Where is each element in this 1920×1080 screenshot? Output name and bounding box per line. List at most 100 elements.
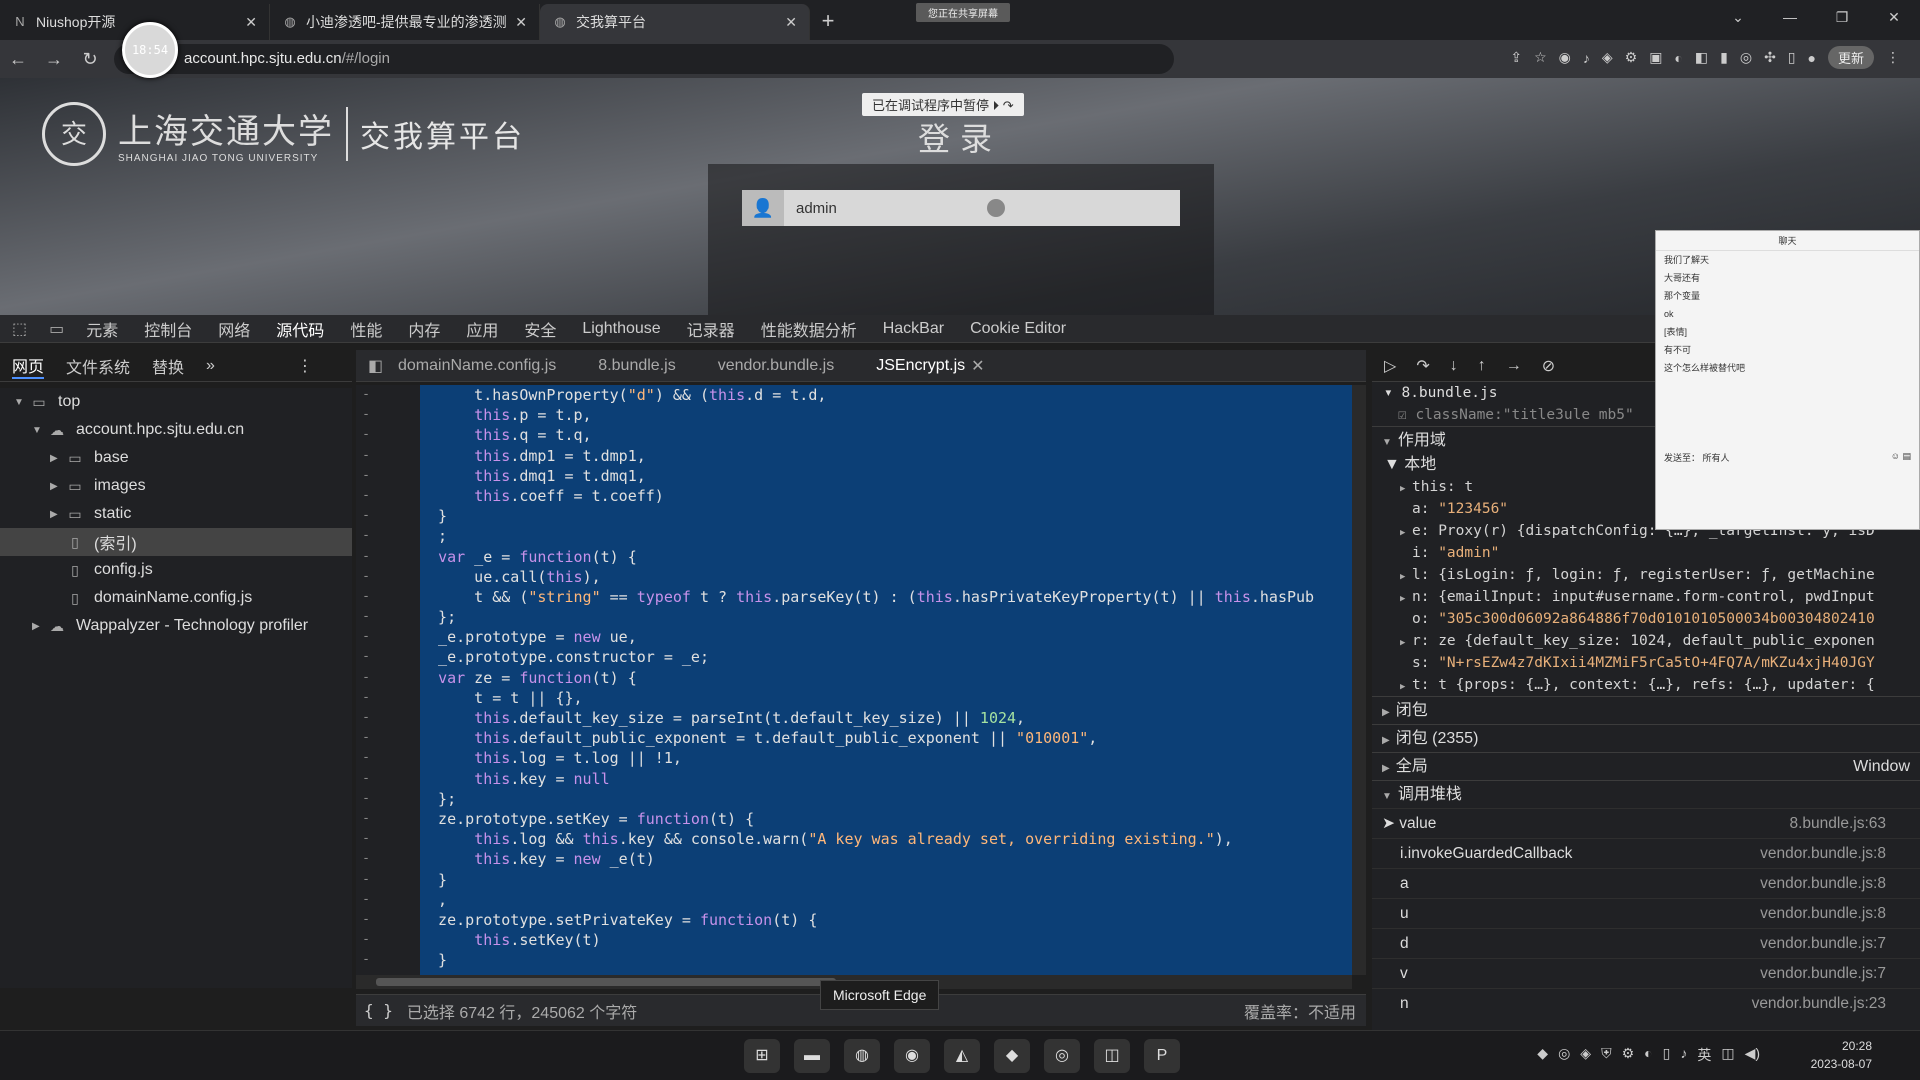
- gutter-marker[interactable]: -: [356, 950, 420, 970]
- gutter-marker[interactable]: -: [356, 425, 420, 445]
- tab-performance[interactable]: 性能: [350, 317, 382, 341]
- gutter-marker[interactable]: -: [356, 849, 420, 869]
- chevron-right-icon[interactable]: ▶: [50, 509, 64, 520]
- resume-icon[interactable]: ▷: [1384, 356, 1396, 376]
- reload-button[interactable]: ↻: [72, 49, 108, 70]
- close-window-button[interactable]: ✕: [1868, 0, 1920, 36]
- username-field[interactable]: 👤 admin: [742, 190, 1180, 226]
- callstack-frame[interactable]: v vendor.bundle.js:7: [1372, 958, 1920, 988]
- tab-console[interactable]: 控制台: [144, 317, 192, 341]
- chevron-down-icon[interactable]: ▼: [32, 425, 46, 436]
- gutter-marker[interactable]: -: [356, 668, 420, 688]
- tray-icon[interactable]: ◆: [1537, 1045, 1548, 1065]
- mic-icon[interactable]: ♪: [1680, 1045, 1687, 1065]
- minimize-button[interactable]: —: [1764, 0, 1816, 36]
- tree-item[interactable]: ▼ ☁ account.hpc.sjtu.edu.cn: [0, 416, 352, 444]
- file-explorer-icon[interactable]: ▬: [794, 1039, 830, 1073]
- gutter-marker[interactable]: -: [356, 748, 420, 768]
- new-tab-button[interactable]: +: [810, 4, 846, 40]
- tree-item[interactable]: ▶ ▭ base: [0, 444, 352, 472]
- code-line[interactable]: this.p = t.p,: [420, 405, 1352, 425]
- tab-hackbar[interactable]: HackBar: [883, 320, 944, 338]
- callstack-frame[interactable]: n vendor.bundle.js:23: [1372, 988, 1920, 1018]
- tab-lighthouse[interactable]: Lighthouse: [582, 320, 660, 338]
- tree-item[interactable]: ▶ ▭ static: [0, 500, 352, 528]
- code-line[interactable]: this.coeff = t.coeff): [420, 486, 1352, 506]
- gutter-marker[interactable]: -: [356, 890, 420, 910]
- star-icon[interactable]: ☆: [1534, 49, 1547, 66]
- tab-filesystem[interactable]: 文件系统: [66, 354, 130, 378]
- tab-application[interactable]: 应用: [466, 317, 498, 341]
- code-line[interactable]: this.key = null: [420, 769, 1352, 789]
- code-line[interactable]: ;: [420, 526, 1352, 546]
- code-line[interactable]: this.setKey(t): [420, 930, 1352, 950]
- device-toolbar-icon[interactable]: ▭: [49, 319, 64, 339]
- chevron-right-icon[interactable]: ▶: [50, 481, 64, 492]
- callstack-section[interactable]: ▼ 调用堆栈: [1372, 780, 1920, 808]
- code-line[interactable]: this.key = new _e(t): [420, 849, 1352, 869]
- tree-item[interactable]: ▯ domainName.config.js: [0, 584, 352, 612]
- more-tabs-icon[interactable]: »: [206, 357, 215, 375]
- tree-item[interactable]: ▶ ☁ Wappalyzer - Technology profiler: [0, 612, 352, 640]
- code-line[interactable]: var _e = function(t) {: [420, 547, 1352, 567]
- close-icon[interactable]: ✕: [515, 14, 527, 31]
- code-line[interactable]: t.hasOwnProperty("d") && (this.d = t.d,: [420, 385, 1352, 405]
- gutter-marker[interactable]: -: [356, 587, 420, 607]
- code-line[interactable]: t && ("string" == typeof t ? this.parseK…: [420, 587, 1352, 607]
- puzzle-icon[interactable]: ✣: [1764, 49, 1776, 66]
- code-line[interactable]: ue.call(this),: [420, 567, 1352, 587]
- callstack-frame[interactable]: d vendor.bundle.js:7: [1372, 928, 1920, 958]
- gutter-marker[interactable]: -: [356, 486, 420, 506]
- scope-variable[interactable]: ▶ l: {isLogin: ƒ, login: ƒ, registerUser:…: [1372, 564, 1920, 586]
- gutter-marker[interactable]: -: [356, 688, 420, 708]
- network-icon[interactable]: ◫: [1721, 1045, 1734, 1065]
- emoji-icon[interactable]: ☺: [1891, 451, 1900, 461]
- code-editor[interactable]: t.hasOwnProperty("d") && (this.d = t.d, …: [420, 385, 1352, 975]
- code-line[interactable]: }: [420, 950, 1352, 970]
- gutter-marker[interactable]: -: [356, 405, 420, 425]
- scope-variable[interactable]: o: "305c300d06092a864886f70d010101050003…: [1372, 608, 1920, 630]
- mic-icon[interactable]: ♪: [1583, 50, 1590, 66]
- scrollbar-thumb[interactable]: [376, 978, 836, 986]
- tab-memory[interactable]: 内存: [408, 317, 440, 341]
- callstack-frame[interactable]: ➤ value 8.bundle.js:63: [1372, 808, 1920, 838]
- screen-share-banner[interactable]: 您正在共享屏幕: [916, 3, 1010, 22]
- extension-icon[interactable]: ▮: [1720, 49, 1728, 66]
- code-line[interactable]: }: [420, 506, 1352, 526]
- closure-section[interactable]: ▶ 闭包 (2355): [1372, 724, 1920, 752]
- callstack-frame[interactable]: a vendor.bundle.js:8: [1372, 868, 1920, 898]
- closure-section[interactable]: ▶ 闭包: [1372, 696, 1920, 724]
- tab-overrides[interactable]: 替换: [152, 354, 184, 378]
- extension-icon[interactable]: ◐: [1674, 50, 1682, 66]
- tab-recorder[interactable]: 记录器: [687, 317, 735, 341]
- gutter-marker[interactable]: -: [356, 728, 420, 748]
- code-line[interactable]: this.q = t.q,: [420, 425, 1352, 445]
- scope-variable[interactable]: ▶ t: t {props: {…}, context: {…}, refs: {…: [1372, 674, 1920, 696]
- code-line[interactable]: _e.prototype = new ue,: [420, 627, 1352, 647]
- close-icon[interactable]: ✕: [245, 14, 257, 31]
- vertical-scrollbar[interactable]: [1352, 385, 1366, 975]
- gutter-marker[interactable]: -: [356, 829, 420, 849]
- chevron-right-icon[interactable]: ▶: [32, 621, 46, 632]
- chevron-down-icon[interactable]: ⌄: [1712, 0, 1764, 36]
- inspect-icon[interactable]: ⬚: [12, 319, 27, 339]
- gutter-marker[interactable]: -: [356, 385, 420, 405]
- scope-variable[interactable]: i: "admin": [1372, 542, 1920, 564]
- gutter-marker[interactable]: -: [356, 870, 420, 890]
- extension-icon[interactable]: ◧: [1695, 49, 1708, 66]
- battery-icon[interactable]: ▯: [1663, 1045, 1671, 1065]
- callstack-frame[interactable]: u vendor.bundle.js:8: [1372, 898, 1920, 928]
- code-line[interactable]: this.dmp1 = t.dmp1,: [420, 446, 1352, 466]
- editor-tab-active[interactable]: JSEncrypt.js: [876, 357, 965, 375]
- gutter-marker[interactable]: -: [356, 708, 420, 728]
- gutter-marker[interactable]: -: [356, 567, 420, 587]
- chrome-icon[interactable]: ◉: [894, 1039, 930, 1073]
- tab-page[interactable]: 网页: [12, 353, 45, 379]
- code-line[interactable]: ze.prototype.setPrivateKey = function(t)…: [420, 910, 1352, 930]
- gutter-marker[interactable]: -: [356, 910, 420, 930]
- start-icon[interactable]: ⊞: [744, 1039, 780, 1073]
- tab-sources[interactable]: 源代码: [276, 317, 324, 341]
- recording-timer-badge[interactable]: 18:54: [122, 22, 178, 78]
- extension-icon[interactable]: ▣: [1649, 49, 1662, 66]
- resume-icon[interactable]: ⏵: [993, 98, 1000, 113]
